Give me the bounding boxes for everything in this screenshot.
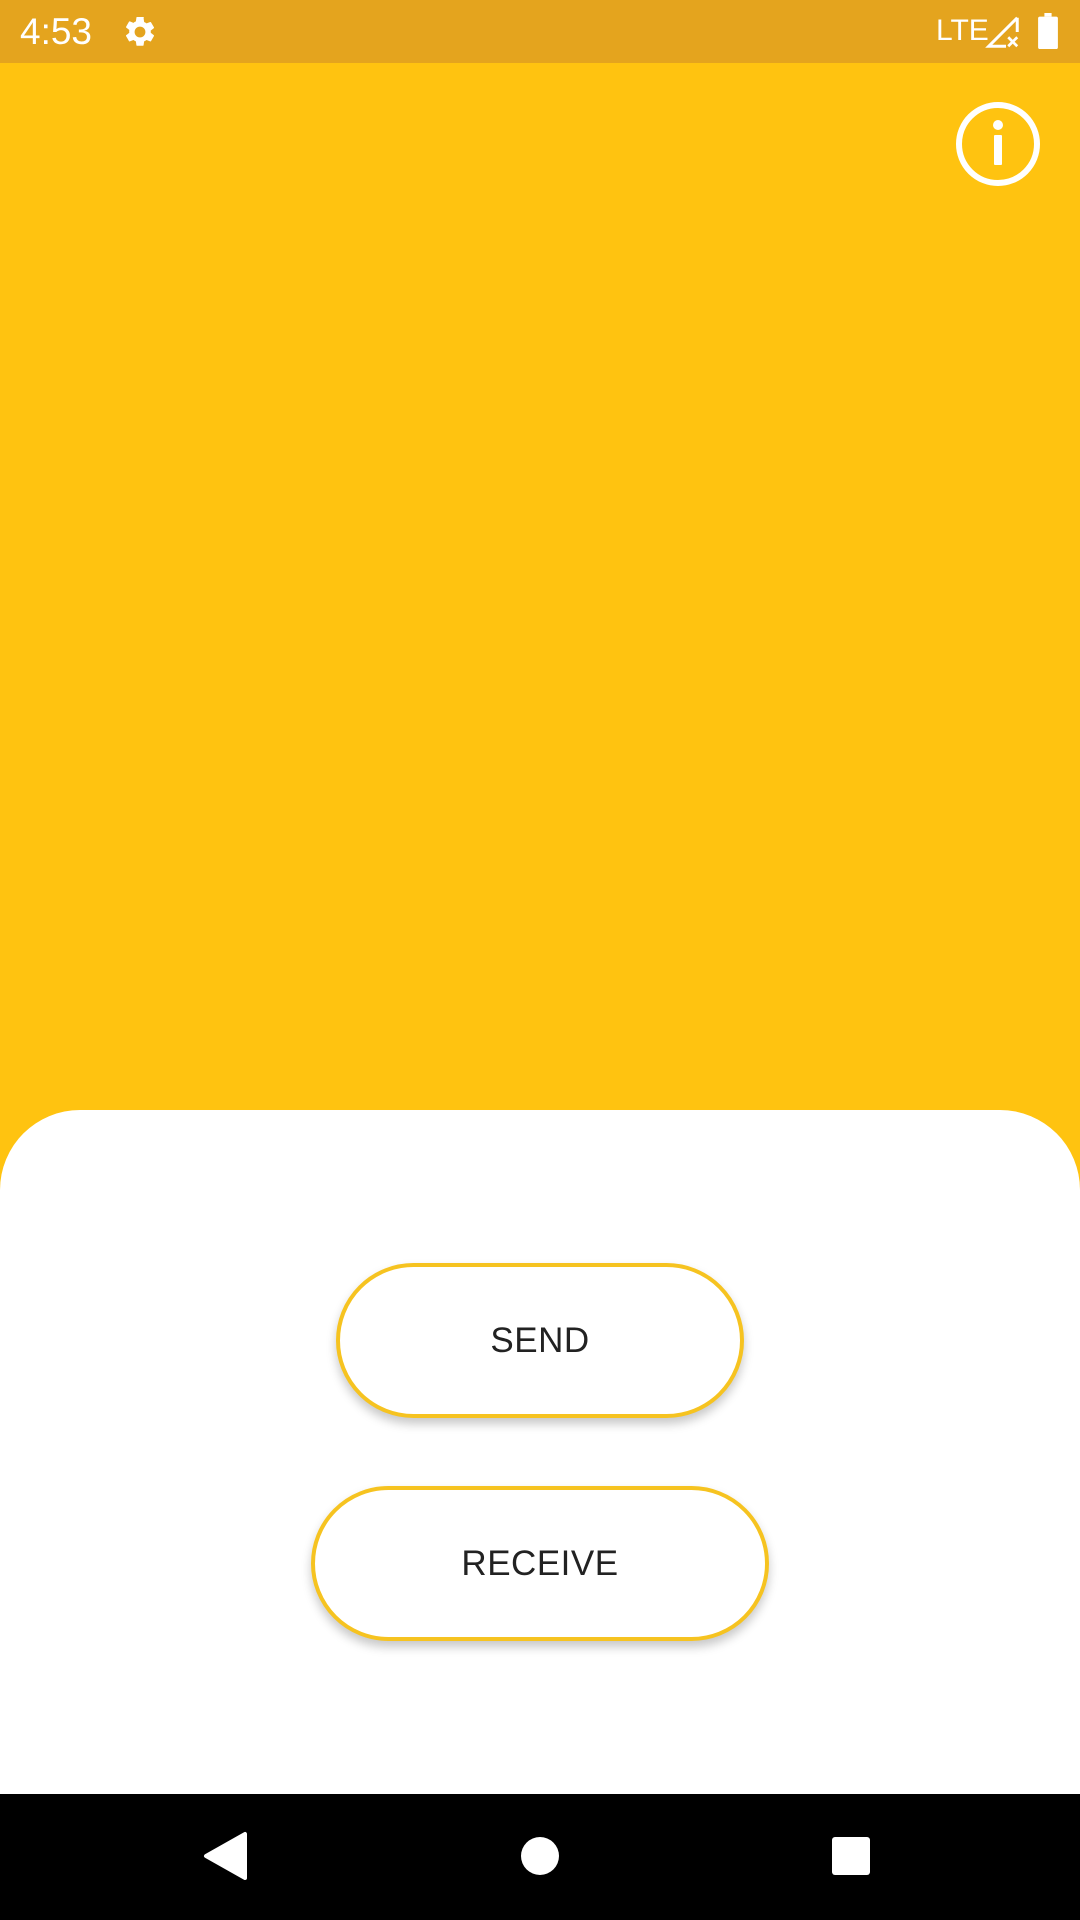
send-button[interactable]: SEND — [336, 1263, 744, 1418]
network-type-label: LTE — [936, 14, 989, 47]
home-icon[interactable] — [520, 1836, 560, 1876]
cell-signal-icon — [985, 16, 1019, 48]
status-bar: 4:53 LTE — [0, 0, 1080, 63]
info-icon[interactable] — [955, 101, 1041, 187]
status-time: 4:53 — [20, 11, 93, 52]
receive-button[interactable]: RECEIVE — [311, 1486, 769, 1641]
gear-icon — [125, 16, 155, 46]
navigation-bar — [0, 1794, 1080, 1920]
battery-icon — [1038, 13, 1058, 49]
bottom-sheet — [0, 1110, 1080, 1794]
receive-button-label: RECEIVE — [461, 1543, 619, 1583]
recents-icon[interactable] — [831, 1836, 871, 1876]
send-button-label: SEND — [490, 1320, 590, 1360]
back-icon[interactable] — [203, 1831, 247, 1881]
hero-area — [0, 63, 1080, 1123]
